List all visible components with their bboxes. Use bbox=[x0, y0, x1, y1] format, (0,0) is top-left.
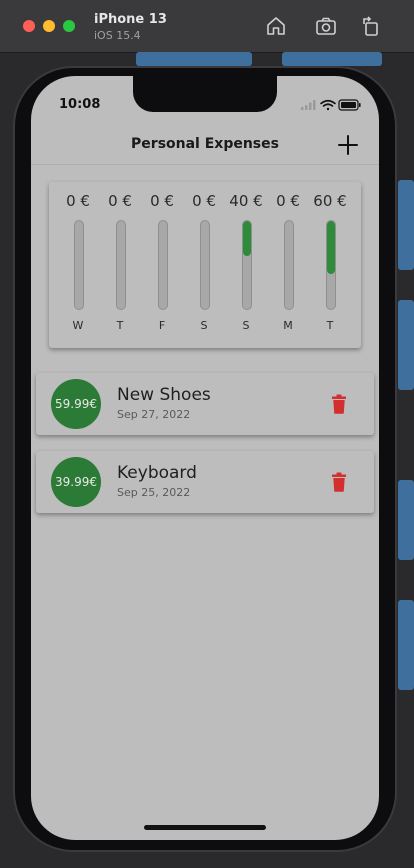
chart-bar-fill bbox=[327, 221, 335, 274]
chart-bar-amount: 0 € bbox=[150, 192, 174, 210]
chart-bar-day-label: F bbox=[158, 319, 166, 332]
home-indicator[interactable] bbox=[144, 825, 266, 830]
chart-bar-day-label: S bbox=[242, 319, 250, 332]
camera-icon[interactable] bbox=[314, 14, 338, 38]
chart-bar-column: 60 € T bbox=[309, 182, 351, 348]
chart-bar-column: 0 € M bbox=[267, 182, 309, 348]
zoom-window-button[interactable] bbox=[63, 20, 75, 32]
page-title: Personal Expenses bbox=[131, 136, 279, 152]
chart-bar-column: 40 € S bbox=[225, 182, 267, 348]
transaction-date: Sep 27, 2022 bbox=[117, 408, 191, 421]
battery-icon bbox=[338, 99, 361, 111]
transaction-item: 59.99€ New Shoes Sep 27, 2022 bbox=[36, 373, 374, 435]
chart-bar-track bbox=[74, 220, 84, 310]
trash-icon[interactable] bbox=[330, 472, 348, 492]
desktop-background bbox=[136, 52, 252, 66]
chart-bar-track bbox=[242, 220, 252, 310]
chart-bar-day-label: T bbox=[116, 319, 124, 332]
desktop-background bbox=[398, 600, 414, 690]
rotate-icon[interactable] bbox=[359, 14, 383, 38]
home-icon[interactable] bbox=[264, 14, 288, 38]
wifi-icon bbox=[320, 99, 336, 111]
chart-bar-column: 0 € S bbox=[183, 182, 225, 348]
desktop-background bbox=[398, 180, 414, 270]
chart-bar-day-label: M bbox=[283, 319, 293, 332]
simulator-device-name: iPhone 13 bbox=[94, 12, 167, 27]
chart-bar-day-label: W bbox=[72, 319, 84, 332]
chart-bar-amount: 60 € bbox=[313, 192, 347, 210]
chart-bar-column: 0 € F bbox=[141, 182, 183, 348]
chart-bar-column: 0 € W bbox=[57, 182, 99, 348]
transaction-date: Sep 25, 2022 bbox=[117, 486, 191, 499]
status-time: 10:08 bbox=[59, 97, 101, 112]
desktop-background bbox=[282, 52, 382, 66]
simulator-titlebar: iPhone 13 iOS 15.4 bbox=[0, 0, 414, 53]
plus-icon[interactable] bbox=[336, 133, 360, 157]
amount-avatar: 59.99€ bbox=[51, 379, 101, 429]
chart-bar-fill bbox=[243, 221, 251, 257]
phone-screen: 10:08 Personal Expenses 0 € W 0 € T 0 € F 0 € S… bbox=[31, 76, 379, 840]
transaction-item: 39.99€ Keyboard Sep 25, 2022 bbox=[36, 451, 374, 513]
chart-bar-track bbox=[326, 220, 336, 310]
simulator-os-version: iOS 15.4 bbox=[94, 29, 141, 42]
chart-bar-amount: 40 € bbox=[229, 192, 263, 210]
minimize-window-button[interactable] bbox=[43, 20, 55, 32]
transaction-title: Keyboard bbox=[117, 463, 197, 483]
amount-avatar: 39.99€ bbox=[51, 457, 101, 507]
chart-bar-amount: 0 € bbox=[108, 192, 132, 210]
chart-bar-track bbox=[200, 220, 210, 310]
desktop-background bbox=[398, 300, 414, 390]
app-bar: Personal Expenses bbox=[31, 126, 379, 165]
chart-bar-day-label: S bbox=[200, 319, 208, 332]
weekly-chart-card: 0 € W 0 € T 0 € F 0 € S 40 € S 0 € M 60 € T bbox=[49, 182, 361, 348]
chart-bar-day-label: T bbox=[326, 319, 334, 332]
notch bbox=[133, 76, 277, 112]
chart-bar-amount: 0 € bbox=[192, 192, 216, 210]
chart-bar-amount: 0 € bbox=[276, 192, 300, 210]
chart-bar-column: 0 € T bbox=[99, 182, 141, 348]
status-icons bbox=[301, 99, 361, 111]
chart-bar-track bbox=[158, 220, 168, 310]
trash-icon[interactable] bbox=[330, 394, 348, 414]
desktop-background bbox=[398, 480, 414, 560]
chart-bar-track bbox=[284, 220, 294, 310]
transaction-title: New Shoes bbox=[117, 385, 211, 405]
chart-bar-amount: 0 € bbox=[66, 192, 90, 210]
signal-icon bbox=[301, 100, 316, 110]
close-window-button[interactable] bbox=[23, 20, 35, 32]
chart-bar-track bbox=[116, 220, 126, 310]
